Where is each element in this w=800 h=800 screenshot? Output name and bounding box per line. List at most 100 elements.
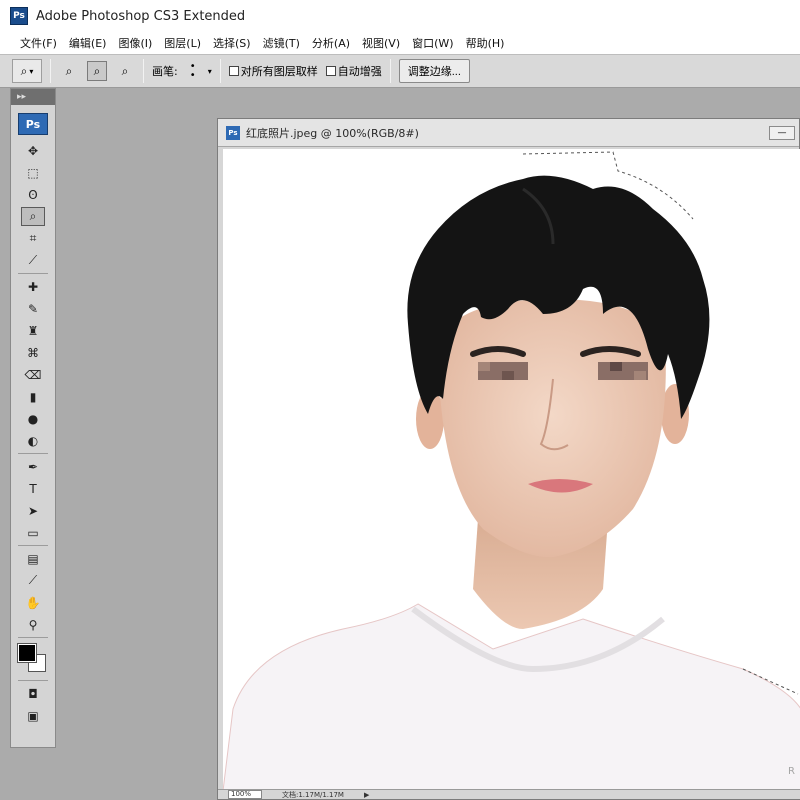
tool-quick-selection[interactable]: ⌕	[21, 207, 45, 226]
tool-clone-stamp[interactable]: ♜	[21, 321, 45, 340]
type-icon: T	[29, 481, 37, 496]
blur-icon: ●	[27, 411, 39, 426]
tool-eyedropper[interactable]: ⟋	[21, 571, 45, 590]
menu-filter[interactable]: 滤镜(T)	[257, 35, 306, 51]
menu-layer[interactable]: 图层(L)	[158, 35, 207, 51]
gradient-icon: ▮	[29, 389, 37, 404]
dodge-icon: ◐	[27, 433, 39, 448]
face	[438, 299, 666, 558]
eraser-icon: ⌫	[24, 367, 42, 382]
eyedropper-icon: ⟋	[28, 573, 38, 587]
menu-select[interactable]: 选择(S)	[207, 35, 257, 51]
tool-pen[interactable]: ✒	[21, 457, 45, 476]
minimize-button[interactable]: —	[769, 125, 795, 140]
photoshop-window: Ps Adobe Photoshop CS3 Extended 文件(F) 编辑…	[0, 0, 800, 800]
tool-preset-picker[interactable]: ⌕ ▾	[12, 59, 42, 83]
quick-mask-icon: ◘	[28, 686, 38, 701]
document-window: Ps 红底照片.jpeg @ 100%(RGB/8#) — R 100% 文档:…	[217, 118, 800, 800]
panel-grip[interactable]: ▸▸	[11, 89, 55, 105]
brush-icon: ✎	[27, 301, 39, 316]
menu-image[interactable]: 图像(I)	[112, 35, 158, 51]
separator	[50, 59, 51, 83]
tool-spot-healing[interactable]: ✚	[21, 277, 45, 296]
tool-zoom[interactable]: ⚲	[21, 615, 45, 634]
tool-shape[interactable]: ▭	[21, 523, 45, 542]
tool-dodge[interactable]: ◐	[21, 431, 45, 450]
divider	[18, 545, 48, 546]
history-brush-icon: ⌘	[27, 345, 39, 360]
tool-notes[interactable]: ▤	[21, 549, 45, 568]
brush-size-picker[interactable]: • •	[186, 62, 200, 81]
document-title-bar[interactable]: Ps 红底照片.jpeg @ 100%(RGB/8#) —	[218, 119, 799, 147]
minimize-icon: —	[777, 127, 787, 138]
lasso-icon: ʘ	[28, 187, 38, 202]
rectangle-icon: ▭	[27, 525, 39, 540]
menu-file[interactable]: 文件(F)	[14, 35, 63, 51]
auto-enhance-checkbox[interactable]: 自动增强	[325, 63, 382, 79]
tool-slice[interactable]: ⟋	[21, 251, 45, 270]
quick-selection-new-icon: ⌕	[65, 63, 73, 78]
divider	[18, 637, 48, 638]
tool-type[interactable]: T	[21, 479, 45, 498]
crop-icon: ⌗	[29, 231, 37, 245]
image-canvas[interactable]: R	[223, 149, 800, 791]
subtract-from-selection-button[interactable]: ⌕	[115, 61, 135, 81]
menu-analysis[interactable]: 分析(A)	[306, 35, 356, 51]
tool-eraser[interactable]: ⌫	[21, 365, 45, 384]
separator	[389, 59, 391, 83]
refine-edge-button[interactable]: 调整边缘...	[398, 59, 470, 83]
tool-hand[interactable]: ✋	[21, 593, 45, 612]
tool-lasso[interactable]: ʘ	[21, 185, 45, 204]
document-info: 文档:1.17M/1.17M	[282, 790, 344, 799]
tool-brush[interactable]: ✎	[21, 299, 45, 318]
shirt	[223, 603, 800, 791]
add-to-selection-button[interactable]: ⌕	[87, 61, 107, 81]
document-title: 红底照片.jpeg @ 100%(RGB/8#)	[246, 126, 419, 140]
chevron-down-icon[interactable]: ▾	[208, 67, 212, 76]
sample-all-layers-checkbox[interactable]: 对所有图层取样	[228, 63, 318, 79]
tool-gradient[interactable]: ▮	[21, 387, 45, 406]
auto-enhance-label: 自动增强	[337, 65, 382, 78]
document-ps-icon: Ps	[226, 125, 240, 140]
divider	[18, 453, 48, 454]
checkbox-box[interactable]	[325, 66, 336, 76]
new-selection-button[interactable]: ⌕	[59, 61, 79, 81]
separator	[219, 59, 221, 83]
brush-dot-icon: •	[189, 70, 196, 81]
watermark: R	[788, 766, 795, 777]
zoom-field[interactable]: 100%	[228, 790, 262, 799]
foreground-color-swatch[interactable]	[17, 643, 37, 663]
screen-mode-icon: ▣	[27, 708, 39, 723]
color-swatches	[16, 642, 50, 676]
hand-icon: ✋	[25, 595, 41, 610]
status-bar: 100% 文档:1.17M/1.17M ▶	[218, 789, 800, 799]
menu-edit[interactable]: 编辑(E)	[63, 35, 113, 51]
separator	[143, 59, 144, 83]
divider	[18, 273, 48, 274]
tool-list: ✥ ⬚ ʘ ⌕ ⌗ ⟋ ✚ ✎ ♜ ⌘ ⌫ ▮ ● ◐ ✒ T ➤ ▭ ▤ ⟋ ✋ ⚲	[11, 141, 55, 634]
status-menu-arrow-icon[interactable]: ▶	[364, 791, 369, 799]
tool-crop[interactable]: ⌗	[21, 229, 45, 248]
tool-history-brush[interactable]: ⌘	[21, 343, 45, 362]
tool-blur[interactable]: ●	[21, 409, 45, 428]
checkbox-box[interactable]	[228, 66, 239, 76]
options-bar: ⌕ ▾ ⌕ ⌕ ⌕ 画笔: • • ▾ 对所有图层取样 自动增强 调整边缘...	[0, 54, 800, 88]
menu-bar: 文件(F) 编辑(E) 图像(I) 图层(L) 选择(S) 滤镜(T) 分析(A…	[0, 32, 800, 54]
ps-logo-icon: Ps	[18, 113, 48, 135]
notes-icon: ▤	[27, 551, 39, 566]
quick-selection-icon: ⌕	[29, 209, 37, 223]
screen-mode-button[interactable]: ▣	[21, 706, 45, 725]
quick-mask-button[interactable]: ◘	[21, 684, 45, 703]
divider	[18, 680, 48, 681]
tool-move[interactable]: ✥	[21, 141, 45, 160]
menu-window[interactable]: 窗口(W)	[406, 35, 459, 51]
quick-selection-icon: ⌕	[20, 63, 28, 78]
stamp-icon: ♜	[27, 323, 39, 338]
slice-icon: ⟋	[28, 253, 38, 267]
bandage-icon: ✚	[27, 279, 39, 294]
tool-marquee[interactable]: ⬚	[21, 163, 45, 182]
marquee-icon: ⬚	[27, 165, 39, 180]
menu-view[interactable]: 视图(V)	[356, 35, 406, 51]
tool-path-selection[interactable]: ➤	[21, 501, 45, 520]
menu-help[interactable]: 帮助(H)	[460, 35, 511, 51]
